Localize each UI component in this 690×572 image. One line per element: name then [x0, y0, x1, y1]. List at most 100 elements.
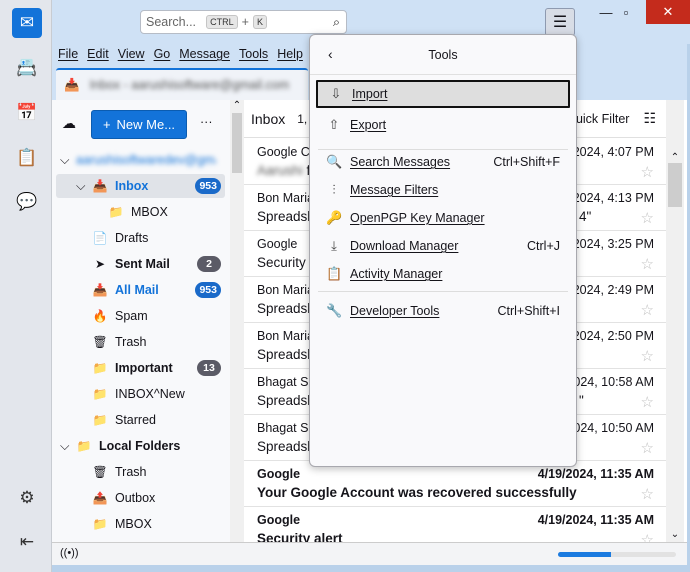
folder-pane: ☁ + New Me... ··· ⌵ aarushisoftwaredev@gma…	[52, 100, 230, 542]
search-placeholder: Search...	[146, 15, 197, 29]
folder-label: All Mail	[115, 283, 159, 297]
address-book-button[interactable]: 📇	[14, 55, 40, 81]
maximize-button[interactable]: ▫	[606, 0, 646, 24]
account-name: aarushisoftwaredev@gmail.com	[76, 153, 216, 167]
quick-filter-button[interactable]: uick Filter	[576, 112, 629, 126]
search-input[interactable]: Search... CTRL + K ⌕	[140, 10, 347, 34]
menu-file[interactable]: File	[58, 47, 78, 61]
more-options-button[interactable]: ···	[200, 115, 213, 129]
settings-gear-icon[interactable]: ⚙	[14, 485, 40, 511]
star-icon[interactable]: ☆	[641, 255, 654, 273]
message-sender: Bhagat Si	[257, 421, 312, 435]
folder-item[interactable]: ➤ Sent Mail 2	[56, 252, 225, 276]
folder-icon: ➤	[94, 257, 106, 271]
menu-item[interactable]: 🔑 OpenPGP Key Manager	[316, 204, 570, 232]
chevron-down-icon: ⌵	[60, 152, 70, 167]
calendar-button[interactable]: 📅	[14, 100, 40, 126]
star-icon[interactable]: ☆	[641, 163, 654, 181]
get-messages-icon[interactable]: ☁	[62, 115, 76, 132]
menu-message[interactable]: Message	[179, 47, 230, 61]
folder-label: Outbox	[115, 491, 156, 505]
message-row[interactable]: Google 4/19/2024, 11:35 AM Your Google Acc…	[244, 461, 666, 507]
menu-view[interactable]: View	[118, 47, 145, 61]
folder-scrollbar[interactable]: ⌃	[230, 100, 244, 542]
collapse-spaces-icon[interactable]: ⇤	[14, 529, 40, 555]
message-subject: Spreadsh	[257, 301, 315, 316]
star-icon[interactable]: ☆	[641, 347, 654, 365]
spaces-toolbar: ✉ 📇 📅 📋 💬 ⚙ ⇤	[0, 0, 52, 572]
folder-icon: 📁	[92, 413, 108, 427]
folder-icon: 📄	[92, 231, 108, 245]
panel-header: ‹ Tools	[310, 35, 576, 75]
folder-item[interactable]: 🗑 Trash	[56, 330, 225, 354]
account-row[interactable]: ⌵ aarushisoftwaredev@gmail.com	[56, 148, 225, 172]
message-sender: Bhagat Si	[257, 375, 312, 389]
folder-label: MBOX	[115, 517, 152, 531]
folder-item[interactable]: 🗑 Trash	[56, 460, 225, 484]
folder-title: Inbox	[251, 110, 286, 127]
tasks-button[interactable]: 📋	[14, 145, 40, 171]
folder-item[interactable]: 📤 Outbox	[56, 486, 225, 510]
menu-item[interactable]: ⇩ Import	[316, 80, 570, 108]
new-message-button[interactable]: + New Me...	[91, 110, 187, 139]
display-options-icon[interactable]: ☷	[643, 110, 656, 127]
message-subject: Spreadsh	[257, 393, 315, 408]
mail-space-button[interactable]: ✉	[12, 8, 42, 38]
chat-button[interactable]: 💬	[14, 189, 40, 215]
menu-help[interactable]: Help	[277, 47, 303, 61]
folder-icon: 📥	[92, 179, 108, 193]
folder-item[interactable]: 📥 All Mail 953	[56, 278, 225, 302]
back-arrow-icon[interactable]: ‹	[328, 46, 333, 62]
folder-label: INBOX^New	[115, 387, 185, 401]
kbd-ctrl: CTRL	[206, 15, 238, 29]
list-scrollbar[interactable]: ⌃ ⌄	[666, 100, 684, 542]
unread-badge: 13	[197, 360, 221, 376]
folder-item[interactable]: 📁 Starred	[56, 408, 225, 432]
menu-item-label: OpenPGP Key Manager	[350, 211, 485, 225]
folder-item[interactable]: 📁 MBOX	[56, 200, 225, 224]
tab-inbox[interactable]: 📥 Inbox - aarushisoftware@gmail.com	[56, 68, 308, 100]
close-button[interactable]: ✕	[646, 0, 690, 24]
subject-text: Spreadsh	[257, 347, 315, 362]
menu-item-icon: 📋	[326, 266, 343, 281]
menu-item[interactable]: ⤓ Download Manager Ctrl+J	[316, 232, 570, 260]
folder-item[interactable]: 📄 Drafts	[56, 226, 225, 250]
menu-item-label: Activity Manager	[350, 267, 443, 281]
menu-go[interactable]: Go	[154, 47, 171, 61]
star-icon[interactable]: ☆	[641, 301, 654, 319]
menu-item-icon: 🔍	[326, 154, 343, 169]
message-sender: Bon Maria	[257, 191, 314, 205]
star-icon[interactable]: ☆	[641, 209, 654, 227]
message-sender: Google	[257, 513, 301, 527]
folder-item[interactable]: 📁 Important 13	[56, 356, 225, 380]
message-subject: Spreadsh	[257, 347, 315, 362]
folder-item[interactable]: ⌵ 📥 Inbox 953	[56, 174, 225, 198]
online-status-icon[interactable]: ((•))	[60, 547, 79, 559]
search-icon[interactable]: ⌕	[333, 15, 340, 30]
folder-item[interactable]: 📁 MBOX	[56, 512, 225, 536]
folder-item[interactable]: 🔥 Spam	[56, 304, 225, 328]
divider	[318, 291, 568, 292]
folder-item[interactable]: ⌵ 📁 Local Folders	[56, 434, 225, 458]
menu-item[interactable]: ⇧ Export	[316, 111, 570, 139]
unread-badge: 2	[197, 256, 221, 272]
star-icon[interactable]: ☆	[641, 439, 654, 457]
folder-item[interactable]: 📁 INBOX^New	[56, 382, 225, 406]
menu-item[interactable]: ⫶ Message Filters	[316, 176, 570, 204]
menu-item-label: Message Filters	[350, 183, 439, 197]
subject-text: Spreadsh	[257, 393, 315, 408]
menu-item[interactable]: 🔍 Search Messages Ctrl+Shift+F	[316, 148, 570, 176]
star-icon[interactable]: ☆	[641, 393, 654, 411]
inbox-icon: 📥	[64, 77, 80, 92]
star-icon[interactable]: ☆	[641, 485, 654, 503]
tab-title: Inbox - aarushisoftware@gmail.com	[89, 78, 290, 92]
menu-edit[interactable]: Edit	[87, 47, 109, 61]
message-sender: Google Co	[257, 145, 317, 159]
menu-item-shortcut: Ctrl+Shift+F	[493, 155, 560, 169]
app-menu-button[interactable]: ☰	[545, 8, 575, 36]
folder-label: Inbox	[115, 179, 149, 193]
menu-item[interactable]: 📋 Activity Manager	[316, 260, 570, 288]
menu-tools[interactable]: Tools	[239, 47, 268, 61]
status-bar: ((•))	[52, 542, 687, 565]
menu-item[interactable]: 🔧 Developer Tools Ctrl+Shift+I	[316, 297, 570, 325]
